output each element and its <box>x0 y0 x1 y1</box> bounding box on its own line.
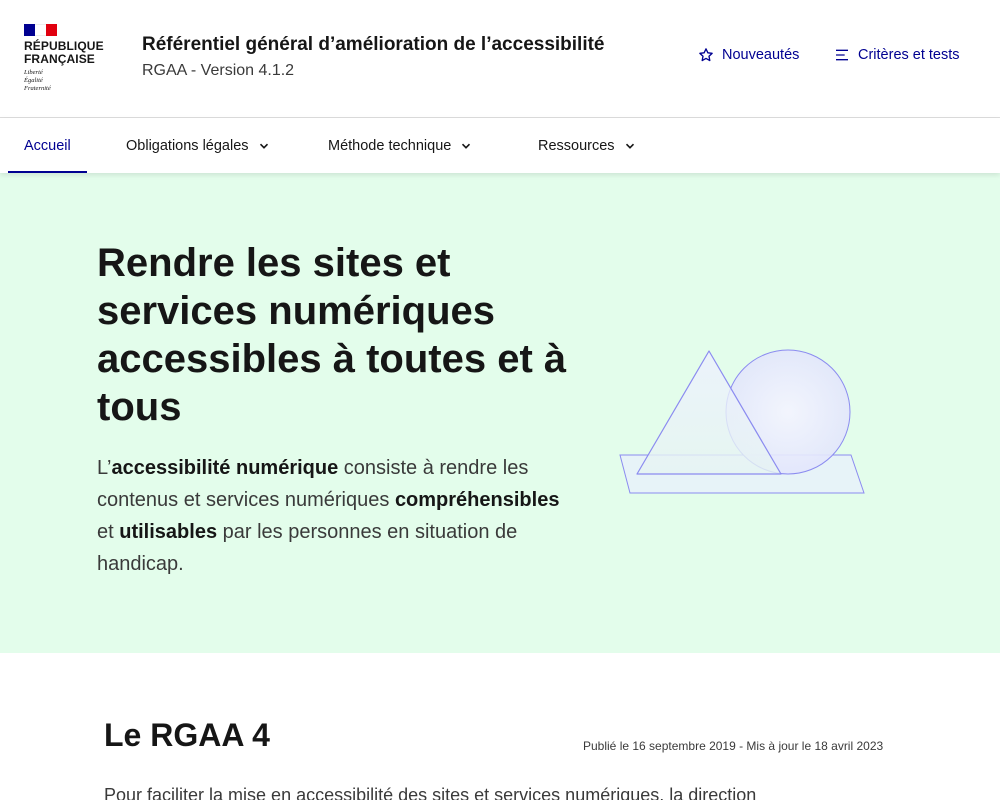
shapes-illustration <box>619 349 865 494</box>
hero-banner: Rendre les sites et services numériques … <box>0 173 1000 653</box>
site-header: RÉPUBLIQUE FRANÇAISE Liberté Égalité Fra… <box>0 0 1000 118</box>
devise-egalite: Égalité <box>24 77 43 84</box>
chevron-down-icon <box>625 143 634 149</box>
hero-text-bold: utilisables <box>119 521 218 543</box>
nav-item-accueil[interactable]: Accueil <box>8 118 87 173</box>
nav-item-label: Méthode technique <box>328 137 452 154</box>
star-outline-icon <box>699 48 713 62</box>
hero-text-part: L’ <box>97 457 112 479</box>
hero-description: L’accessibilité numérique consiste à ren… <box>97 452 577 580</box>
nav-item-label: Obligations légales <box>126 137 249 154</box>
devise-liberte: Liberté <box>24 69 43 76</box>
logo-devise: Liberté Égalité Fraternité <box>24 69 114 93</box>
publication-date: Publié le 16 septembre 2019 - Mis à jour… <box>583 739 884 753</box>
hero-title: Rendre les sites et services numériques … <box>97 241 567 429</box>
chevron-down-icon <box>259 143 268 149</box>
section-intro: Pour faciliter la mise en accessibilité … <box>104 785 757 800</box>
criteria-link-label: Critères et tests <box>858 47 960 63</box>
main-navigation: Accueil Obligations légales Méthode tech… <box>0 118 1000 173</box>
criteria-link[interactable]: Critères et tests <box>834 47 960 63</box>
news-link-label: Nouveautés <box>722 47 800 63</box>
nav-item-methode-technique[interactable]: Méthode technique <box>328 118 471 173</box>
hero-text-part: et <box>97 521 120 543</box>
nav-item-label: Ressources <box>538 137 615 154</box>
devise-fraternite: Fraternité <box>24 85 51 92</box>
marianne-flag-icon <box>24 24 57 36</box>
nav-item-ressources[interactable]: Ressources <box>538 118 635 173</box>
nav-item-obligations-legales[interactable]: Obligations légales <box>126 118 269 173</box>
republique-francaise-logo[interactable]: RÉPUBLIQUE FRANÇAISE Liberté Égalité Fra… <box>24 24 114 93</box>
hero-text-bold: compréhensibles <box>394 489 560 511</box>
hero-text-bold: accessibilité numérique <box>111 457 339 479</box>
site-title[interactable]: Référentiel général d’amélioration de l’… <box>142 34 605 56</box>
logo-title-line2: FRANÇAISE <box>24 52 95 66</box>
section-title: Le RGAA 4 <box>104 717 270 753</box>
nav-item-label: Accueil <box>24 137 71 154</box>
menu-lines-icon <box>836 49 848 61</box>
site-tagline: RGAA - Version 4.1.2 <box>142 62 295 79</box>
news-link[interactable]: Nouveautés <box>698 47 799 63</box>
chevron-down-icon <box>462 143 471 149</box>
